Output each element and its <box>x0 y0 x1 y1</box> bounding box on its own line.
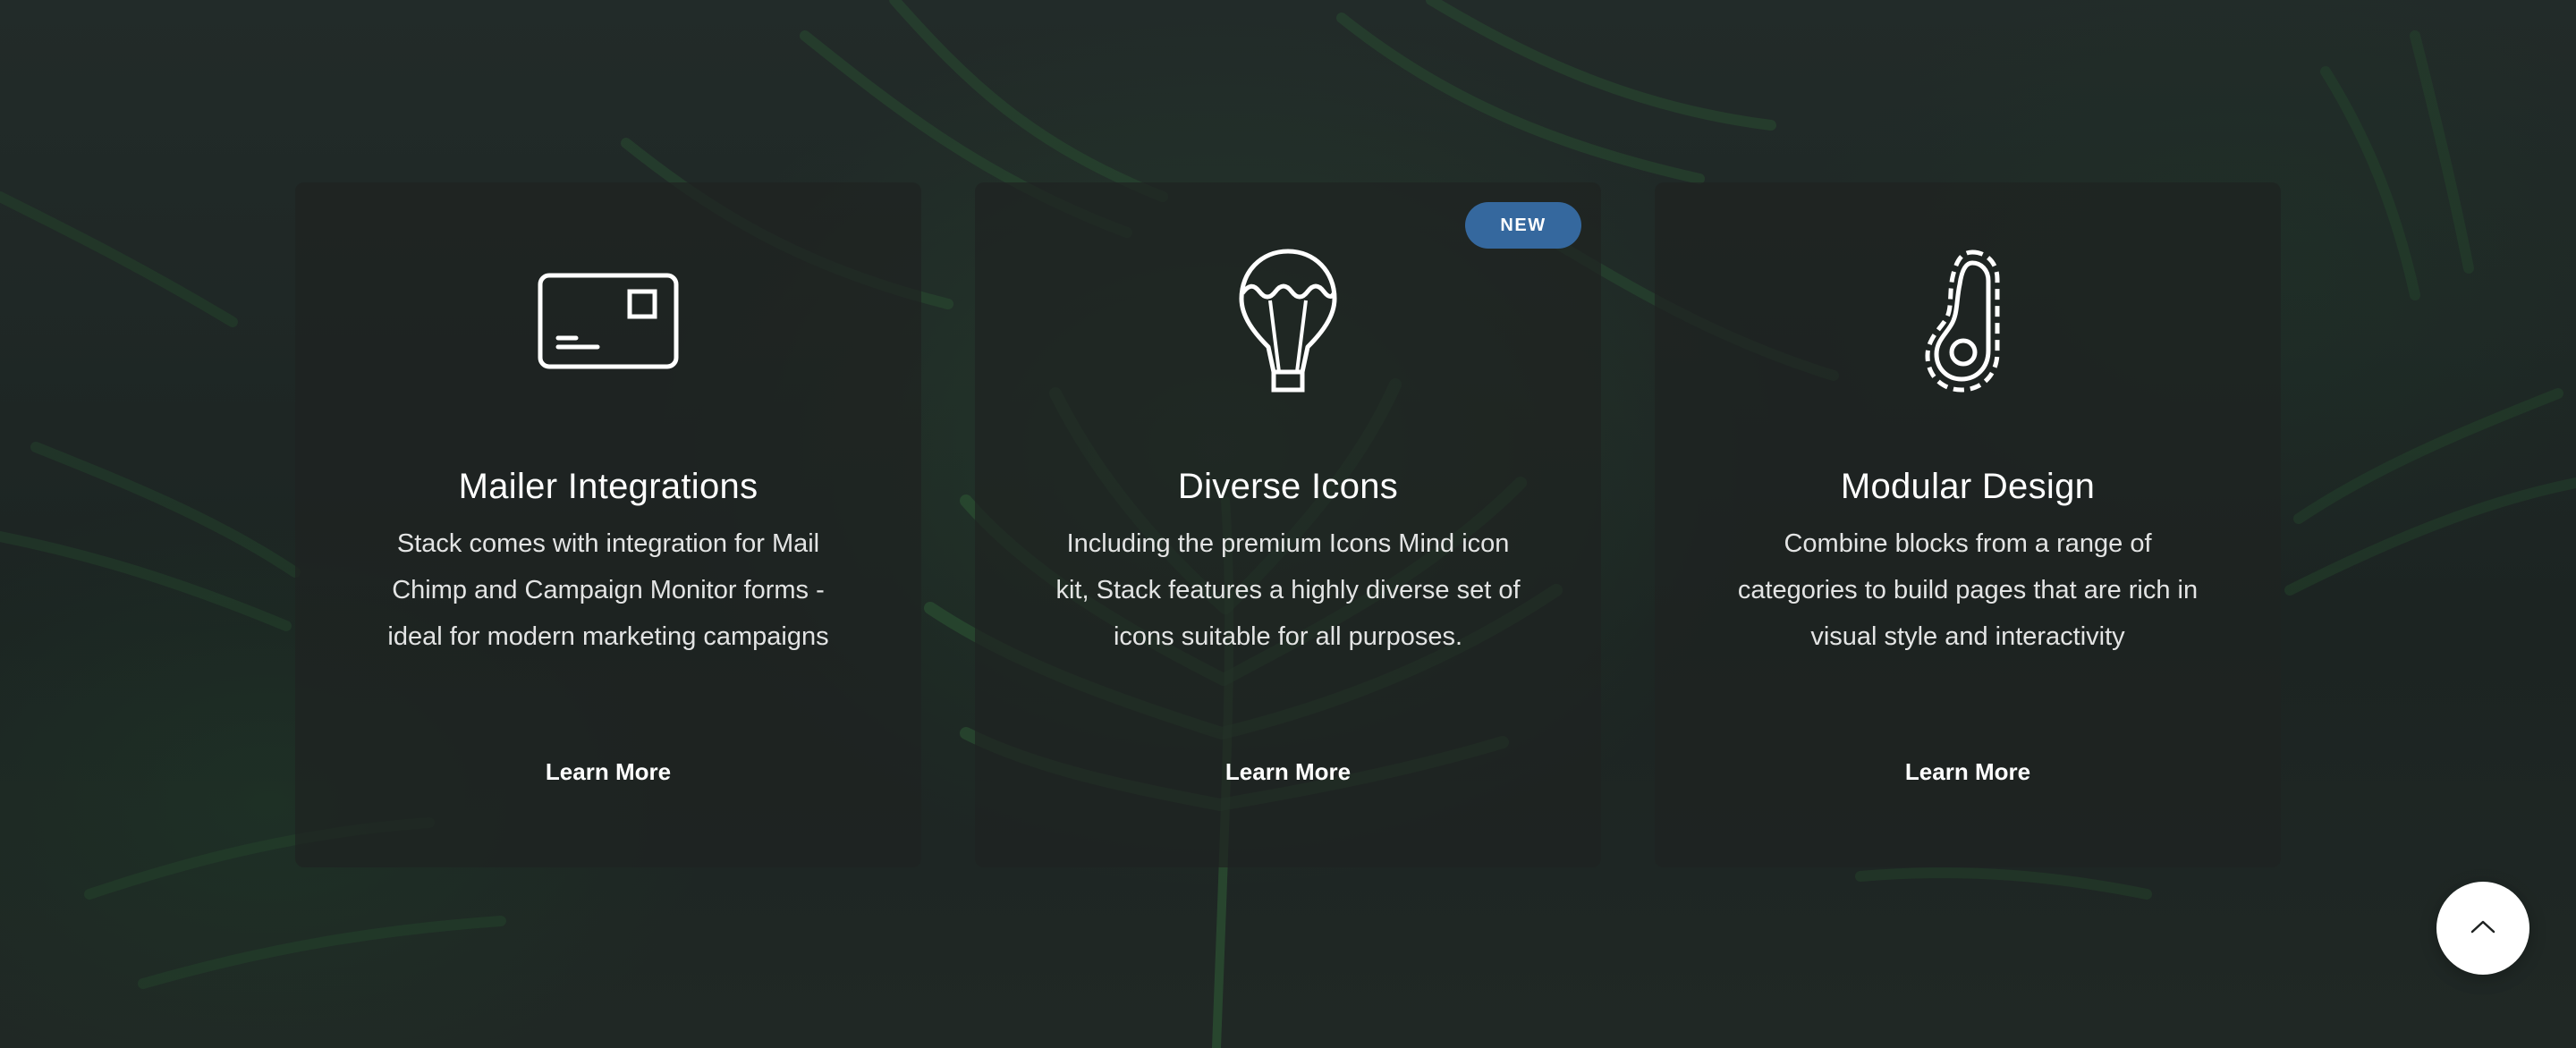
avocado-icon <box>1655 245 2281 397</box>
chevron-up-icon <box>2470 919 2496 938</box>
envelope-card-icon <box>295 245 921 397</box>
feature-description: Including the premium Icons Mind icon ki… <box>1055 529 1521 651</box>
feature-card-icons: NEW Diverse Icons Including the premium … <box>975 182 1601 867</box>
feature-title: Diverse Icons <box>1177 467 1399 506</box>
feature-title: Modular Design <box>1840 467 2096 506</box>
feature-card-mailer: Mailer Integrations Stack comes with int… <box>295 182 921 867</box>
learn-more-link[interactable]: Learn More <box>975 756 1601 787</box>
feature-description: Combine blocks from a range of categorie… <box>1737 529 2199 651</box>
scroll-to-top-button[interactable] <box>2436 882 2529 975</box>
feature-description: Stack comes with integration for Mail Ch… <box>387 529 829 651</box>
learn-more-link[interactable]: Learn More <box>1655 756 2281 787</box>
feature-card-modular: Modular Design Combine blocks from a ran… <box>1655 182 2281 867</box>
features-section: Mailer Integrations Stack comes with int… <box>295 182 2281 867</box>
learn-more-link[interactable]: Learn More <box>295 756 921 787</box>
feature-title: Mailer Integrations <box>458 467 758 506</box>
new-badge: NEW <box>1465 202 1581 249</box>
hot-air-balloon-icon <box>975 245 1601 397</box>
